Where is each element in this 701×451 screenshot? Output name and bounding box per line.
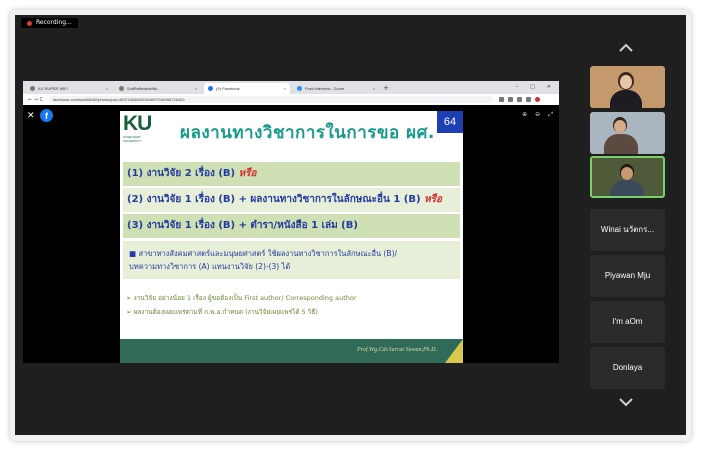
participant-body [610,180,644,196]
extension-icon[interactable] [526,97,532,102]
tab-label: Post-Interview - Zoom [305,86,345,91]
ku-logo-text: KASETSART UNIVERSITY [123,135,142,143]
tab-close-icon[interactable]: × [195,83,197,94]
criteria-text: (1) งานวิจัย 2 เรื่อง (B) [127,168,239,179]
slide-credit: Prof.Wg.Cdr.Surrat Suwan,Ph.D. [357,347,437,353]
window-controls: – □ ✕ [516,81,559,94]
tab-close-icon[interactable]: × [373,83,375,94]
arrow-bullet-icon: ➢ [126,294,134,302]
browser-tab-3[interactable]: (9) Facebook × [204,83,290,94]
shared-browser-window: KU SUPER WiFi × SuitReflectiveNik... × (… [23,81,559,363]
tab-close-icon[interactable]: × [106,83,108,94]
extension-icon[interactable] [508,97,514,102]
facebook-logo-icon[interactable]: f [40,109,53,122]
tab-label: (9) Facebook [216,86,240,91]
extension-icons [499,97,541,102]
participant-face [614,120,626,133]
bullet-item: ➢ งานวิจัย อย่างน้อย 1 เรื่อง ผู้ขอต้องเ… [126,293,357,303]
participant-body [610,90,642,108]
url-field[interactable]: facebook.com/suwit6062/photos/pcb.469724… [49,96,494,103]
note-line-2: บทความทางวิชาการ (A) แทนงานวิจัย (2)-(3)… [129,262,291,271]
criteria-text: (2) งานวิจัย 1 เรื่อง (B) + ผลงานทางวิชา… [127,194,425,205]
criteria-row: (1) งานวิจัย 2 เรื่อง (B) หรือ [123,162,460,186]
bullet-item: ➢ ผลงานต้องเผยแพร่ตามที่ ก.พ.อ.กำหนด (งา… [126,307,318,317]
navigation-buttons[interactable]: ← → C [28,97,43,103]
footer-triangle [445,339,463,363]
tab-favicon-icon [30,86,35,91]
new-tab-button[interactable]: + [383,83,389,94]
participant-name-tile[interactable]: Donlaya [590,347,665,389]
tab-favicon-icon [208,86,213,91]
tab-label: KU SUPER WiFi [38,86,68,91]
recording-indicator: Recording... [21,18,78,28]
slide-page-number: 64 [437,111,463,133]
participant-video-tile[interactable] [590,66,665,108]
slide-image: KU KASETSART UNIVERSITY ผลงานทางวิชาการใ… [120,111,463,363]
participant-name-tile[interactable]: Piyawan Mju [590,255,665,297]
maximize-button[interactable]: □ [530,81,535,94]
fullscreen-icon[interactable]: ⤢ [548,111,553,119]
bullet-text: ผลงานต้องเผยแพร่ตามที่ ก.พ.อ.กำหนด (งานว… [133,308,318,316]
minimize-button[interactable]: – [516,81,519,94]
participant-body [604,134,638,154]
slide-footer: Prof.Wg.Cdr.Surrat Suwan,Ph.D. [120,339,463,363]
criteria-emphasis: หรือ [238,168,257,179]
close-window-button[interactable]: ✕ [547,81,551,94]
arrow-bullet-icon: ➢ [126,308,134,316]
zoom-out-icon[interactable]: ⊖ [535,111,540,119]
facebook-photo-viewer: ✕ f ⊕ ⊖ ⤢ KU KASETSART UNIVERSITY ผลงานท… [23,105,559,363]
participant-name-tile[interactable]: Winai นวัตกร... [590,209,665,251]
note-box: ■ สาขาทางสังคมศาสตร์และมนุษยศาสตร์ ใช้ผล… [123,241,460,279]
extension-icon[interactable] [517,97,523,102]
photo-tools: ⊕ ⊖ ⤢ [522,111,553,119]
criteria-emphasis: หรือ [424,194,443,205]
zoom-meeting-screen: Recording... KU SUPER WiFi × SuitReflect… [15,15,686,435]
ku-logo: KU KASETSART UNIVERSITY [123,113,157,153]
criteria-text: (3) งานวิจัย 1 เรื่อง (B) + ตำรา/หนังสือ… [127,220,358,231]
tab-label: SuitReflectiveNik... [127,86,161,91]
participant-video-tile[interactable] [590,112,665,154]
participant-video-tile-active-speaker[interactable] [590,156,665,198]
criteria-row: (2) งานวิจัย 1 เรื่อง (B) + ผลงานทางวิชา… [123,188,460,212]
recording-label: Recording... [36,19,72,26]
ku-logo-letters: KU [123,112,152,135]
close-photo-icon[interactable]: ✕ [27,111,35,121]
profile-avatar-icon[interactable] [535,97,541,102]
chevron-down-icon[interactable] [618,394,634,410]
tab-favicon-icon [297,86,302,91]
slide-title: ผลงานทางวิชาการในการขอ ผศ. [180,123,435,143]
browser-tab-strip: KU SUPER WiFi × SuitReflectiveNik... × (… [23,81,559,94]
participant-face [621,167,633,180]
bullet-text: งานวิจัย อย่างน้อย 1 เรื่อง ผู้ขอต้องเป็… [133,294,357,302]
tab-close-icon[interactable]: × [284,83,286,94]
extension-icon[interactable] [499,97,505,102]
browser-tab-4[interactable]: Post-Interview - Zoom × [293,83,379,94]
record-dot-icon [27,20,32,26]
note-line-1: สาขาทางสังคมศาสตร์และมนุษยศาสตร์ ใช้ผลงา… [138,249,398,258]
tab-favicon-icon [119,86,124,91]
browser-tab-2[interactable]: SuitReflectiveNik... × [115,83,201,94]
criteria-row: (3) งานวิจัย 1 เรื่อง (B) + ตำรา/หนังสือ… [123,214,460,238]
participant-name-tile[interactable]: I'm aOm [590,301,665,343]
chevron-up-icon[interactable] [618,40,634,56]
browser-tab-1[interactable]: KU SUPER WiFi × [26,83,112,94]
zoom-in-icon[interactable]: ⊕ [522,111,527,119]
address-bar-row: ← → C facebook.com/suwit6062/photos/pcb.… [23,94,559,105]
participant-face [620,75,632,89]
